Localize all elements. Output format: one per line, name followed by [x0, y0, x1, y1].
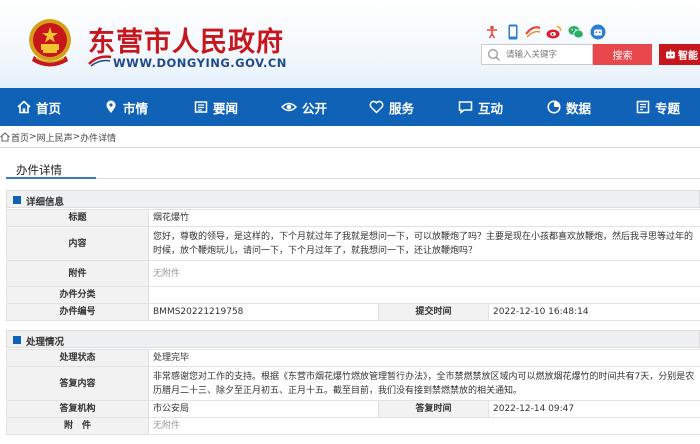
breadcrumb-home-link[interactable]: 首页 [11, 131, 29, 144]
site-title: 东营市人民政府 [88, 27, 284, 58]
divider [0, 147, 700, 148]
main-nav: 首页 市情 要闻 公开 服务 互动 数据 专题 [0, 88, 700, 126]
breadcrumb-link-online-voice[interactable]: 网上民声 [37, 131, 73, 144]
nav-item-city-info[interactable]: 市情 [104, 88, 148, 126]
site-url: WWW.DONGYING.GOV.CN [113, 56, 287, 70]
nav-label: 数据 [566, 100, 592, 116]
square-bullet-icon [13, 336, 21, 344]
wechat-icon[interactable] [567, 23, 585, 41]
nav-item-data[interactable]: 数据 [547, 88, 591, 126]
category-value [147, 286, 700, 304]
content-label: 内容 [6, 226, 149, 261]
chart-icon [547, 100, 561, 114]
nav-item-home[interactable]: 首页 [17, 88, 61, 126]
table-row: 答复内容 非常感谢您对工作的支持。根据《东营市烟花爆竹燃放管理暂行办法》，全市禁… [6, 366, 700, 401]
case-number-label: 办件编号 [6, 303, 149, 321]
nav-label: 服务 [389, 100, 415, 116]
tab-underline [6, 177, 96, 179]
nav-item-interaction[interactable]: 互动 [458, 88, 503, 126]
attachment-value: 无附件 [147, 260, 700, 287]
reply-org-value: 市公安局 [148, 400, 379, 418]
section-header: 处理情况 [6, 330, 700, 348]
nav-item-services[interactable]: 服务 [369, 88, 414, 126]
robot-icon [666, 49, 675, 59]
nav-label: 专题 [655, 100, 681, 116]
reply-time-label: 答复时间 [378, 400, 489, 418]
content-value: 您好，尊敬的领导，是这样的，下个月就过年了我就是想问一下，可以放鞭炮了吗？主要是… [147, 226, 700, 261]
table-row: 办件编号 BMMS20221219758 提交时间 2022-12-10 16:… [6, 303, 700, 321]
submit-time-label: 提交时间 [378, 303, 489, 321]
nav-item-news[interactable]: 要闻 [194, 88, 238, 126]
eye-icon [281, 102, 297, 112]
reply-label: 答复内容 [6, 366, 149, 401]
divider [6, 178, 700, 179]
square-bullet-icon [13, 196, 21, 204]
page-tab-title: 办件详情 [16, 163, 62, 177]
case-number-value: BMMS20221219758 [148, 303, 379, 321]
nav-label: 市情 [123, 100, 149, 116]
pin-icon [106, 100, 116, 113]
nav-label: 公开 [302, 100, 328, 116]
search-icon [488, 49, 500, 61]
app-icon[interactable] [524, 23, 542, 41]
table-row: 内容 您好，尊敬的领导，是这样的，下个月就过年了我就是想问一下，可以放鞭炮了吗？… [6, 226, 700, 261]
reply-org-label: 答复机构 [6, 400, 149, 418]
news-icon [194, 101, 208, 113]
search-button[interactable]: 搜索 [593, 44, 652, 65]
chat-icon [458, 101, 473, 114]
title-label: 标题 [6, 209, 149, 227]
swoosh-icon [88, 55, 112, 67]
category-label: 办件分类 [6, 286, 149, 304]
nav-label: 要闻 [213, 100, 239, 116]
section-title: 详细信息 [26, 197, 65, 208]
process-table: 处理状态 处理完毕 答复内容 非常感谢您对工作的支持。根据《东营市烟花爆竹燃放管… [6, 349, 700, 435]
table-row: 附件 无附件 [6, 260, 700, 287]
nav-item-topics[interactable]: 专题 [636, 88, 680, 126]
attachment-label: 附件 [6, 260, 149, 287]
site-header: 东营市人民政府 WWW.DONGYING.GOV.CN 搜索 智能 [0, 0, 700, 88]
ai-button-label: 智能 [678, 51, 698, 62]
table-row: 附 件 无附件 [6, 417, 700, 435]
breadcrumb-separator: > [72, 132, 81, 142]
reply-value: 非常感谢您对工作的支持。根据《东营市烟花爆竹燃放管理暂行办法》，全市禁燃禁放区域… [147, 366, 700, 401]
reply-time-value: 2022-12-14 09:47 [487, 400, 700, 418]
attachment-value: 无附件 [147, 417, 700, 435]
detail-table: 标题 烟花爆竹 内容 您好，尊敬的领导，是这样的，下个月就过年了我就是想问一下，… [6, 209, 700, 321]
table-row: 答复机构 市公安局 答复时间 2022-12-14 09:47 [6, 400, 700, 418]
accessibility-icon[interactable] [483, 23, 501, 41]
table-row: 标题 烟花爆竹 [6, 209, 700, 227]
nav-label: 首页 [36, 100, 62, 116]
status-value: 处理完毕 [147, 349, 700, 367]
section-header: 详细信息 [6, 190, 700, 208]
breadcrumb: 首页 > 网上民声 > 办件详情 [0, 129, 116, 145]
home-icon [17, 100, 31, 114]
national-emblem-icon [29, 19, 71, 67]
attachment-label: 附 件 [6, 417, 149, 435]
table-row: 处理状态 处理完毕 [6, 349, 700, 367]
search-input[interactable] [506, 47, 590, 62]
search-box[interactable] [481, 44, 593, 65]
home-icon [0, 132, 10, 142]
title-value: 烟花爆竹 [147, 209, 700, 227]
heart-icon [369, 100, 384, 114]
submit-time-value: 2022-12-10 16:48:14 [487, 303, 700, 321]
breadcrumb-current: 办件详情 [80, 133, 117, 144]
nav-label: 互动 [478, 100, 504, 116]
topic-icon [636, 100, 650, 114]
nav-item-disclosure[interactable]: 公开 [281, 88, 327, 126]
weibo-icon[interactable] [545, 23, 563, 41]
status-label: 处理状态 [6, 349, 149, 367]
table-row: 办件分类 [6, 286, 700, 304]
breadcrumb-separator: > [29, 132, 37, 142]
mobile-icon[interactable] [504, 23, 522, 41]
section-title: 处理情况 [26, 337, 65, 348]
ai-assistant-button[interactable]: 智能 [659, 44, 700, 65]
robot-icon[interactable] [589, 23, 607, 41]
